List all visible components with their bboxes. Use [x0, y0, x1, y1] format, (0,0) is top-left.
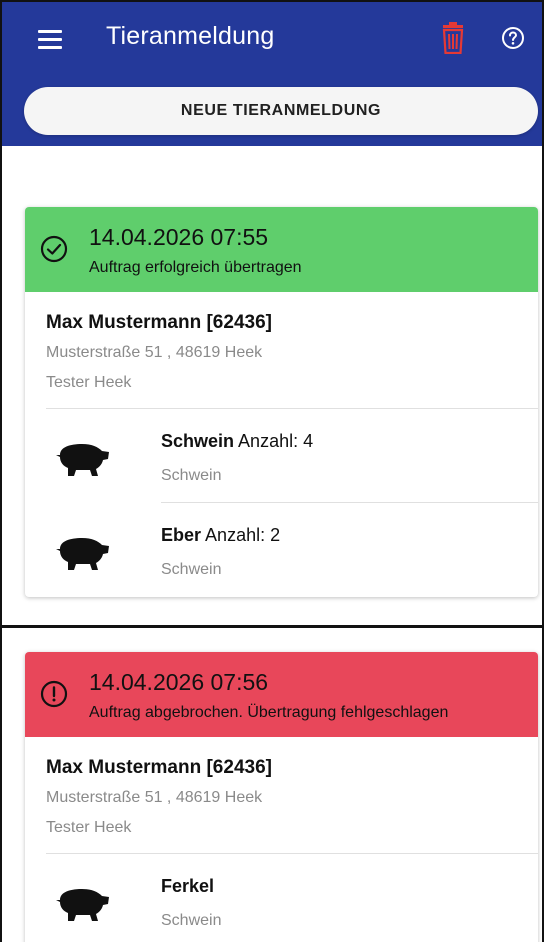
pig-icon — [56, 538, 109, 570]
card-body: Max Mustermann [62436] Musterstraße 51 ,… — [25, 737, 538, 942]
animal-count: Anzahl: 4 — [238, 431, 314, 451]
app-screen: Tieranmeldung NEUE TIERANMELDUNG 14.04.2… — [0, 0, 544, 942]
trash-icon[interactable] — [440, 22, 466, 55]
check-circle-icon — [40, 235, 68, 263]
alert-circle-icon — [40, 680, 68, 708]
status-header-success: 14.04.2026 07:55 Auftrag erfolgreich übe… — [25, 207, 538, 292]
help-circle-icon[interactable] — [501, 26, 525, 50]
animal-name-line: Schwein Anzahl: 4 — [161, 431, 313, 452]
animal-type: Schwein — [161, 467, 222, 484]
animal-item[interactable]: Schwein Anzahl: 4 Schwein — [46, 409, 538, 503]
animal-item[interactable]: Eber Anzahl: 2 Schwein — [46, 503, 538, 597]
status-header-error: 14.04.2026 07:56 Auftrag abgebrochen. Üb… — [25, 652, 538, 737]
app-bar: Tieranmeldung NEUE TIERANMELDUNG — [2, 0, 542, 146]
separator-line — [2, 625, 542, 628]
customer-name: Max Mustermann [62436] — [46, 312, 272, 333]
registration-card[interactable]: 14.04.2026 07:55 Auftrag erfolgreich übe… — [25, 207, 538, 597]
customer-location: Tester Heek — [46, 374, 132, 391]
customer-address: Musterstraße 51 , 48619 Heek — [46, 344, 263, 361]
animal-name-line: Eber Anzahl: 2 — [161, 525, 280, 546]
animal-count: Anzahl: 2 — [205, 525, 281, 545]
animal-name: Ferkel — [161, 876, 215, 896]
animal-name: Schwein — [161, 431, 235, 451]
hamburger-menu-icon[interactable] — [38, 30, 62, 50]
status-message: Auftrag erfolgreich übertragen — [89, 259, 302, 276]
card-body: Max Mustermann [62436] Musterstraße 51 ,… — [25, 292, 538, 597]
customer-name: Max Mustermann [62436] — [46, 757, 272, 778]
animal-name-line: Ferkel — [161, 876, 214, 897]
new-registration-button[interactable]: NEUE TIERANMELDUNG — [24, 87, 538, 135]
timestamp: 14.04.2026 07:56 — [89, 669, 269, 695]
animal-type: Schwein — [161, 561, 222, 578]
pig-icon — [56, 889, 109, 921]
timestamp: 14.04.2026 07:55 — [89, 224, 269, 250]
animal-name: Eber — [161, 525, 202, 545]
animal-item[interactable]: Ferkel Schwein — [46, 854, 538, 942]
pig-icon — [56, 444, 109, 476]
page-title: Tieranmeldung — [106, 22, 275, 50]
customer-location: Tester Heek — [46, 819, 132, 836]
animal-type: Schwein — [161, 912, 222, 929]
status-message: Auftrag abgebrochen. Übertragung fehlges… — [89, 704, 449, 721]
customer-address: Musterstraße 51 , 48619 Heek — [46, 789, 263, 806]
registration-card[interactable]: 14.04.2026 07:56 Auftrag abgebrochen. Üb… — [25, 652, 538, 942]
